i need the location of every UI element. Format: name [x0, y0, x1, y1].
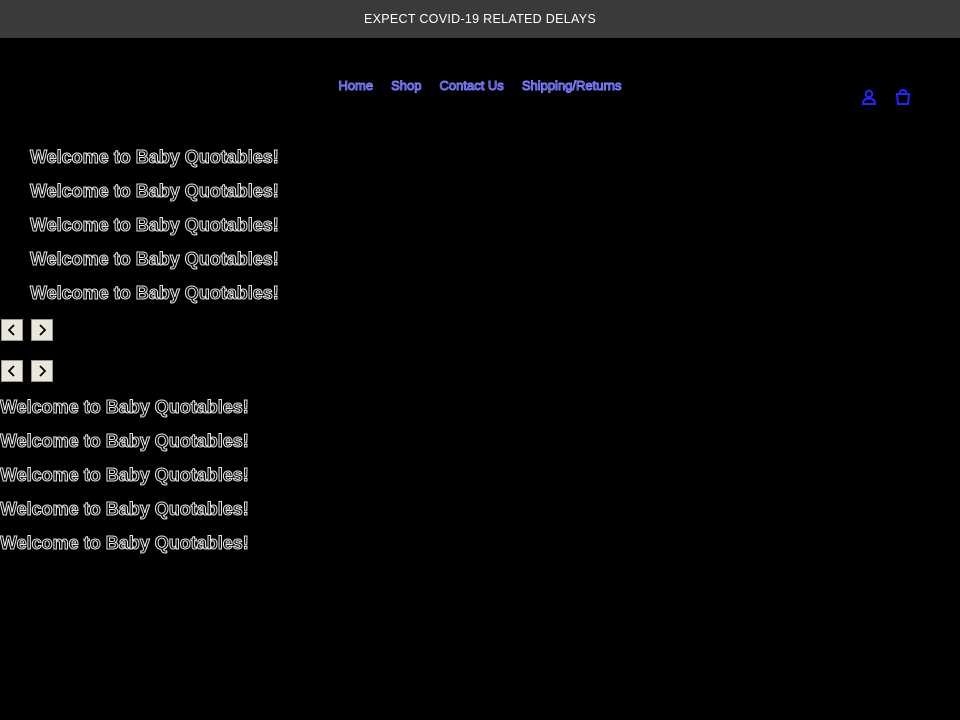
slideshow-prev-button[interactable] [1, 360, 23, 382]
nav-item-shipping-returns[interactable]: Shipping/Returns [521, 78, 622, 94]
slide-heading: Welcome to Baby Quotables! [0, 431, 249, 452]
announcement-bar: EXPECT COVID-19 RELATED DELAYS [0, 0, 960, 38]
slide-heading: Welcome to Baby Quotables! [0, 499, 249, 520]
slideshow-next-button[interactable] [31, 319, 53, 341]
account-icon[interactable] [860, 88, 878, 106]
nav-item-contact[interactable]: Contact Us [439, 78, 504, 94]
slide-heading: Welcome to Baby Quotables! [30, 181, 280, 202]
chevron-left-icon [7, 365, 15, 377]
slideshow-prev-button[interactable] [1, 319, 23, 341]
chevron-right-icon [39, 365, 47, 377]
nav-item-shop[interactable]: Shop [391, 78, 422, 94]
slide-heading: Welcome to Baby Quotables! [30, 249, 280, 270]
slide-heading: Welcome to Baby Quotables! [30, 283, 280, 304]
slide-heading: Welcome to Baby Quotables! [30, 147, 280, 168]
cart-icon[interactable] [894, 88, 912, 106]
main-nav: Home Shop Contact Us Shipping/Returns [0, 78, 960, 94]
chevron-left-icon [7, 324, 15, 336]
chevron-right-icon [39, 324, 47, 336]
slideshow-next-button[interactable] [31, 360, 53, 382]
slide-heading: Welcome to Baby Quotables! [0, 533, 249, 554]
slide-heading: Welcome to Baby Quotables! [0, 465, 249, 486]
nav-item-home[interactable]: Home [338, 78, 374, 94]
announcement-text: EXPECT COVID-19 RELATED DELAYS [364, 12, 596, 26]
header-icons [860, 88, 912, 106]
slide-heading: Welcome to Baby Quotables! [0, 397, 249, 418]
slide-heading: Welcome to Baby Quotables! [30, 215, 280, 236]
